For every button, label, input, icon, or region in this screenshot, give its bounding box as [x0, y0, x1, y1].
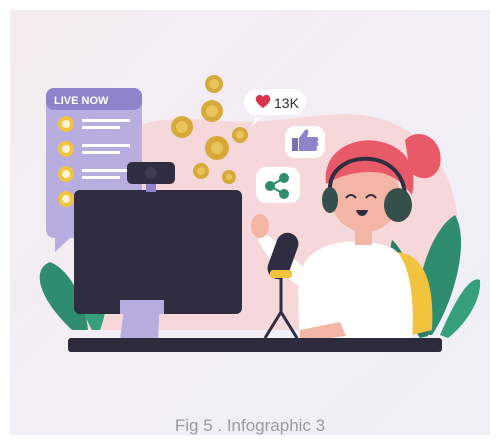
desk — [68, 338, 442, 352]
like-count: 13K — [274, 95, 300, 111]
body — [298, 241, 413, 340]
thumbs-up-bubble — [285, 126, 325, 158]
hand — [251, 214, 269, 238]
live-badge-text: LIVE NOW — [54, 95, 109, 107]
streamer-illustration: LIVE NOW 13K — [39, 75, 481, 352]
monitor — [74, 190, 242, 314]
figure-caption: Fig 5 . Infographic 3 — [174, 416, 326, 435]
share-bubble — [256, 167, 300, 203]
